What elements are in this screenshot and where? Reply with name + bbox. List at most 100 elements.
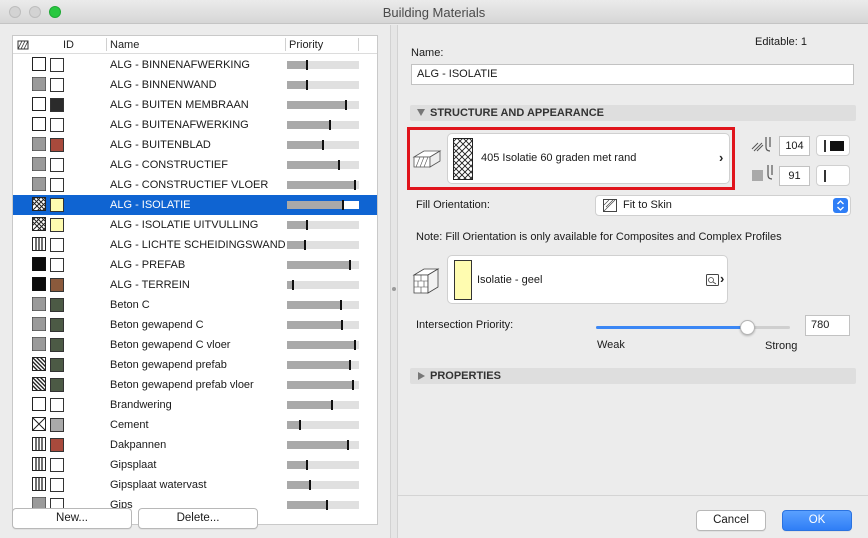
chevron-right-icon: › <box>719 150 724 165</box>
pen-color-swatch <box>830 141 844 151</box>
priority-bar <box>287 100 359 110</box>
list-item[interactable]: ALG - BUITENAFWERKING <box>13 115 377 135</box>
priority-bar <box>287 140 359 150</box>
fill-swatch-icon <box>32 217 47 232</box>
slider-knob[interactable] <box>740 320 756 335</box>
fill-pen-number[interactable]: 104 <box>779 136 810 156</box>
fill-swatch-icon <box>32 77 47 92</box>
priority-marker <box>340 300 342 310</box>
priority-bar <box>287 260 359 270</box>
disclosure-open-icon <box>417 109 425 116</box>
name-column-header[interactable]: Name <box>110 39 139 51</box>
delete-button[interactable]: Delete... <box>138 508 258 529</box>
list-item[interactable]: Cement <box>13 415 377 435</box>
list-item[interactable]: ALG - LICHTE SCHEIDINGSWAND <box>13 235 377 255</box>
properties-header[interactable]: PROPERTIES <box>410 368 856 384</box>
material-name: ALG - ISOLATIE UITVULLING <box>110 219 259 231</box>
fill-orientation-select[interactable]: Fit to Skin <box>595 195 851 216</box>
pane-splitter[interactable] <box>390 25 398 538</box>
disclosure-closed-icon <box>418 372 425 380</box>
priority-marker <box>342 200 345 210</box>
priority-marker <box>330 400 333 410</box>
background-pen-color-picker[interactable] <box>816 165 850 186</box>
list-item[interactable]: Gipsplaat watervast <box>13 475 377 495</box>
fill-swatch-icon <box>32 257 47 272</box>
list-item[interactable]: ALG - BINNENWAND <box>13 75 377 95</box>
priority-fill <box>287 461 308 469</box>
pen-line-icon <box>824 140 826 152</box>
priority-bar <box>287 60 359 70</box>
color-swatch <box>50 218 64 232</box>
material-name: Gipsplaat <box>110 459 157 471</box>
material-name: Beton C <box>110 299 150 311</box>
list-item[interactable]: ALG - BINNENAFWERKING <box>13 55 377 75</box>
new-button[interactable]: New... <box>12 508 132 529</box>
color-swatch <box>50 458 64 472</box>
list-item[interactable]: Dakpannen <box>13 435 377 455</box>
background-pen-number[interactable]: 91 <box>779 166 810 186</box>
priority-bar <box>287 280 359 290</box>
list-item[interactable]: ALG - CONSTRUCTIEF <box>13 155 377 175</box>
cancel-button[interactable]: Cancel <box>696 510 766 531</box>
list-item[interactable]: Beton gewapend C <box>13 315 377 335</box>
priority-bar <box>287 480 359 490</box>
priority-marker <box>345 100 348 110</box>
priority-bar <box>287 180 359 190</box>
priority-bar <box>287 340 359 350</box>
priority-bar <box>287 320 359 330</box>
fill-swatch-icon <box>32 297 47 312</box>
fill-pen-color-picker[interactable] <box>816 135 850 156</box>
priority-marker <box>306 220 309 230</box>
fill-type-column-icon[interactable] <box>17 39 29 51</box>
fill-swatch-icon <box>32 397 47 412</box>
priority-bar <box>287 460 359 470</box>
material-list[interactable]: ID Name Priority ALG - BINNENAFWERKING AL… <box>12 35 378 525</box>
priority-bar <box>287 240 359 250</box>
priority-bar <box>287 440 359 450</box>
cut-fill-selector[interactable]: 405 Isolatie 60 graden met rand › <box>447 133 730 184</box>
list-item[interactable]: Gipsplaat <box>13 455 377 475</box>
list-item[interactable]: ALG - TERREIN <box>13 275 377 295</box>
surface-color-swatch <box>454 260 472 300</box>
fill-swatch-icon <box>32 457 47 472</box>
priority-column-header[interactable]: Priority <box>289 39 323 51</box>
list-item[interactable]: Beton gewapend prefab <box>13 355 377 375</box>
color-swatch <box>50 398 64 412</box>
list-item[interactable]: ALG - BUITEN MEMBRAAN <box>13 95 377 115</box>
fill-swatch-icon <box>32 377 47 392</box>
priority-bar <box>287 500 359 510</box>
priority-fill <box>287 341 356 349</box>
id-column-header[interactable]: ID <box>63 39 74 51</box>
list-item[interactable]: Beton C <box>13 295 377 315</box>
surface-selector[interactable]: Isolatie - geel › <box>447 255 728 304</box>
list-item[interactable]: ALG - PREFAB <box>13 255 377 275</box>
fill-orientation-note: Note: Fill Orientation is only available… <box>416 231 782 243</box>
intersection-priority-slider[interactable] <box>596 320 790 335</box>
intersection-priority-field[interactable]: 780 <box>805 315 850 336</box>
priority-fill <box>287 501 327 509</box>
name-field[interactable]: ALG - ISOLATIE <box>411 64 854 85</box>
ok-button[interactable]: OK <box>782 510 852 531</box>
material-name: ALG - LICHTE SCHEIDINGSWAND <box>110 239 286 251</box>
list-item[interactable]: ALG - CONSTRUCTIEF VLOER <box>13 175 377 195</box>
list-header: ID Name Priority <box>13 36 377 54</box>
color-swatch <box>50 358 64 372</box>
list-item[interactable]: Beton gewapend prefab vloer <box>13 375 377 395</box>
intersection-priority-label: Intersection Priority: <box>416 319 514 331</box>
priority-fill <box>287 261 351 269</box>
fill-pen-icon <box>751 137 771 152</box>
structure-appearance-header[interactable]: STRUCTURE AND APPEARANCE <box>410 105 856 121</box>
fill-swatch-icon <box>32 357 47 372</box>
priority-bar <box>287 160 359 170</box>
priority-marker <box>309 480 312 490</box>
list-item[interactable]: ALG - BUITENBLAD <box>13 135 377 155</box>
background-pen-icon <box>767 165 773 180</box>
list-item[interactable]: Brandwering <box>13 395 377 415</box>
list-item[interactable]: Beton gewapend C vloer <box>13 335 377 355</box>
background-pen-swatch <box>752 170 763 181</box>
priority-fill <box>287 141 323 149</box>
fill-swatch-icon <box>32 277 47 292</box>
list-item[interactable]: ALG - ISOLATIE <box>13 195 377 215</box>
list-item[interactable]: ALG - ISOLATIE UITVULLING <box>13 215 377 235</box>
priority-fill <box>287 481 311 489</box>
